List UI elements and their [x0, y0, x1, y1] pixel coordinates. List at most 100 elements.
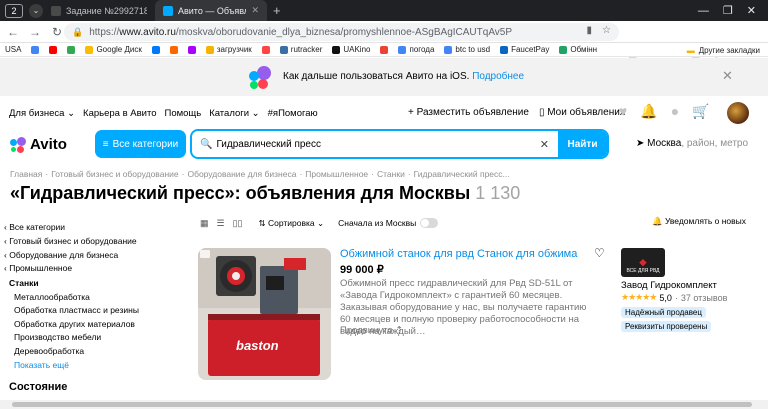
bookmark-item[interactable] — [62, 45, 80, 54]
url-domain: www.avito.ru — [119, 26, 176, 38]
browser-tab-avito[interactable]: Авито — Объявления на ✕ — [155, 0, 267, 21]
folder-icon — [205, 45, 214, 54]
menu-icon: ≡ — [102, 138, 109, 150]
minimize-icon[interactable]: — — [698, 5, 709, 17]
toggle-switch[interactable] — [420, 218, 439, 228]
nav-link-catalogs[interactable]: Каталоги ⌄ — [209, 108, 259, 119]
bookmark-item[interactable]: Обмінн — [554, 45, 602, 54]
find-button[interactable]: Найти — [558, 131, 607, 157]
tab-favicon — [51, 5, 61, 16]
sidebar-back-all-categories[interactable]: ‹ Все категории — [4, 222, 65, 232]
bookmark-item[interactable]: btc to usd — [439, 45, 495, 54]
other-bookmarks[interactable]: ▬ Другие закладки — [687, 43, 760, 57]
bookmark-item[interactable] — [183, 45, 201, 54]
sidebar-subcategory[interactable]: Обработка других материалов — [14, 319, 135, 329]
document-icon: ▯ — [538, 107, 545, 118]
horizontal-scrollbar[interactable] — [0, 400, 768, 409]
breadcrumb-item[interactable]: Промышленное — [305, 169, 368, 179]
moscow-first-toggle[interactable]: Сначала из Москвы — [338, 218, 439, 228]
breadcrumb-item[interactable]: Станки — [377, 169, 405, 179]
notifications-bell-icon[interactable]: 🔔 — [640, 103, 657, 119]
url-path: /moskva/oborudovanie_dlya_biznesa/promys… — [175, 26, 513, 38]
favorite-heart-icon[interactable]: ♡ — [594, 246, 605, 260]
bookmark-item[interactable]: USA — [0, 45, 26, 54]
bookmark-item[interactable]: Google Диск — [80, 45, 146, 54]
sort-dropdown[interactable]: ⇅ Сортировка ⌄ — [259, 218, 325, 229]
bookmark-item[interactable]: погода — [393, 45, 439, 54]
close-icon[interactable]: ✕ — [722, 68, 733, 84]
listing-title-link[interactable]: Обжимной станок для рвд Станок для обжим… — [340, 248, 577, 260]
bookmark-item[interactable] — [257, 45, 275, 54]
all-categories-button[interactable]: ≡ Все категории — [95, 130, 186, 158]
seller-rating: ★★★★★ 5,0 · 37 отзывов — [621, 292, 728, 303]
bookmark-item[interactable] — [147, 45, 165, 54]
star-icon[interactable]: ☆ — [602, 25, 611, 36]
listing-price: 99 000 ₽ — [340, 264, 384, 276]
bookmark-icon — [261, 45, 270, 54]
tab-search-icon[interactable]: ⌄ — [29, 3, 43, 18]
messages-icon[interactable]: ● — [667, 103, 683, 119]
bookmark-icon — [67, 45, 76, 54]
tab-count-badge[interactable]: 2 — [5, 3, 23, 18]
sidebar-back-equipment[interactable]: ‹ Оборудование для бизнеса — [4, 250, 118, 260]
bookmark-item[interactable]: rutracker — [275, 45, 328, 54]
sidebar-subcategory[interactable]: Металлообработка — [14, 292, 90, 302]
sidebar-subcategory[interactable]: Обработка пластмасс и резины — [14, 305, 139, 315]
sidebar-subcategory[interactable]: Производство мебели — [14, 332, 101, 342]
list-view-icon[interactable]: ☰ — [217, 218, 225, 229]
new-tab-button[interactable]: + — [273, 3, 281, 18]
avatar[interactable] — [727, 102, 749, 124]
close-window-icon[interactable]: ✕ — [747, 4, 756, 17]
breadcrumb-item[interactable]: Главная — [10, 169, 42, 179]
rutracker-icon — [279, 45, 288, 54]
bookmark-icon — [169, 45, 178, 54]
sidebar-subcategory[interactable]: Деревообработка — [14, 346, 84, 356]
browser-tab-task[interactable]: Задание №2992718 - про — [43, 0, 155, 21]
bookmark-item[interactable]: FaucetPay — [495, 45, 554, 54]
banner-more-link[interactable]: Подробнее — [472, 71, 524, 82]
nav-link-career[interactable]: Карьера в Авито — [83, 108, 156, 119]
sidebar-show-more-link[interactable]: Показать ещё — [14, 360, 69, 370]
bookmark-item[interactable] — [44, 45, 62, 54]
post-ad-link[interactable]: + Разместить объявление — [408, 107, 529, 118]
nav-link-help[interactable]: Помощь — [164, 108, 201, 119]
breadcrumb-item[interactable]: Оборудование для бизнеса — [187, 169, 296, 179]
map-view-icon[interactable]: ▯▯ — [233, 218, 243, 229]
clear-search-icon[interactable]: ✕ — [540, 138, 549, 151]
seller-logo[interactable]: ◆ ВСЕ ДЛЯ РВД — [621, 248, 665, 277]
folder-icon: ▬ — [686, 45, 695, 55]
bookmark-item[interactable] — [375, 45, 393, 54]
location-selector[interactable]: ➤ Москва, район, метро — [636, 138, 748, 149]
banner-text: Как дальше пользоваться Авито на iOS. По… — [283, 71, 525, 82]
breadcrumb-item[interactable]: Готовый бизнес и оборудование — [51, 169, 178, 179]
bookmark-item[interactable]: загрузчик — [201, 45, 257, 54]
notify-new-link[interactable]: 🔔 Уведомлять о новых — [652, 216, 746, 227]
bookmark-item[interactable]: UAKino — [327, 45, 375, 54]
bookmark-item[interactable] — [165, 45, 183, 54]
search-input[interactable]: 🔍 Гидравлический пресс ✕ Найти — [190, 129, 609, 159]
bookmark-item[interactable] — [26, 45, 44, 54]
favorites-heart-icon[interactable]: ♥ — [615, 103, 631, 119]
close-tab-icon[interactable]: ✕ — [251, 5, 259, 16]
forward-arrow-icon[interactable]: → — [26, 25, 44, 39]
reviews-link[interactable]: 37 отзывов — [681, 293, 728, 303]
browser-tab-bar: 2 ⌄ Задание №2992718 - про Авито — Объяв… — [0, 0, 768, 21]
back-arrow-icon[interactable]: ← — [4, 25, 22, 39]
avito-logo[interactable]: Avito — [10, 136, 67, 153]
avito-favicon-icon — [163, 5, 173, 16]
grid-view-icon[interactable]: ▦ — [200, 218, 209, 229]
sidebar-back-business[interactable]: ‹ Готовый бизнес и оборудование — [4, 236, 137, 246]
nav-link-business[interactable]: Для бизнеса ⌄ — [9, 108, 75, 119]
my-ads-link[interactable]: ▯ Мои объявления — [539, 107, 625, 118]
cart-icon[interactable]: 🛒 — [692, 103, 709, 119]
bookmark-icon[interactable]: ▮ — [587, 25, 593, 36]
location-arrow-icon: ➤ — [636, 138, 645, 149]
address-bar[interactable]: 🔒 https://www.avito.ru/moskva/oborudovan… — [64, 23, 619, 41]
maximize-icon[interactable]: ❐ — [723, 4, 733, 17]
sidebar-back-industrial[interactable]: ‹ Промышленное — [4, 263, 72, 273]
result-count: 1 130 — [475, 183, 521, 203]
seller-name-link[interactable]: Завод Гидрокомплект — [621, 280, 717, 291]
nav-link-help-hashtag[interactable]: #яПомогаю — [268, 108, 318, 119]
listing-photo[interactable]: baston — [198, 248, 331, 380]
scrollbar-thumb[interactable] — [12, 402, 752, 407]
